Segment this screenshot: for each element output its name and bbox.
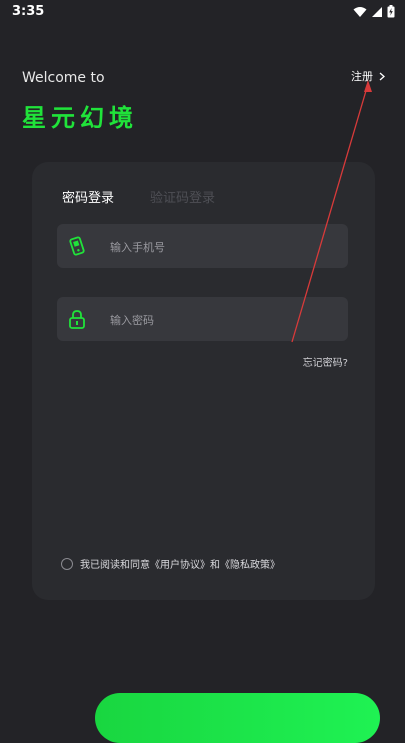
agreement-text[interactable]: 我已阅读和同意《用户协议》和《隐私政策》: [80, 556, 280, 571]
forgot-password-link[interactable]: 忘记密码?: [303, 354, 348, 369]
tab-password-login[interactable]: 密码登录: [62, 187, 114, 206]
chevron-right-icon: [379, 72, 385, 80]
status-time: 3:35: [12, 4, 45, 19]
password-field: [57, 297, 348, 343]
signal-icon: [372, 6, 382, 17]
welcome-text: Welcome to: [22, 70, 105, 86]
phone-icon: [69, 236, 85, 256]
phone-field: [57, 224, 348, 270]
login-card: 密码登录 验证码登录 忘记密码? 我已阅读和同意《用户协议》和《隐私政策》: [32, 162, 375, 600]
phone-input[interactable]: [108, 224, 342, 270]
register-link[interactable]: 注册: [351, 68, 385, 84]
tab-code-login[interactable]: 验证码登录: [150, 187, 215, 206]
battery-icon: [387, 5, 395, 18]
password-input[interactable]: [108, 297, 342, 343]
status-bar: 3:35: [0, 0, 405, 24]
app-brand-title: 星元幻境: [22, 104, 138, 132]
agreement-checkbox[interactable]: [61, 557, 73, 570]
register-label: 注册: [351, 70, 373, 83]
agreement-row: 我已阅读和同意《用户协议》和《隐私政策》: [61, 556, 280, 571]
login-button[interactable]: [95, 693, 380, 743]
lock-icon: [69, 310, 85, 329]
wifi-icon: [353, 6, 367, 17]
status-icons: [353, 5, 395, 18]
